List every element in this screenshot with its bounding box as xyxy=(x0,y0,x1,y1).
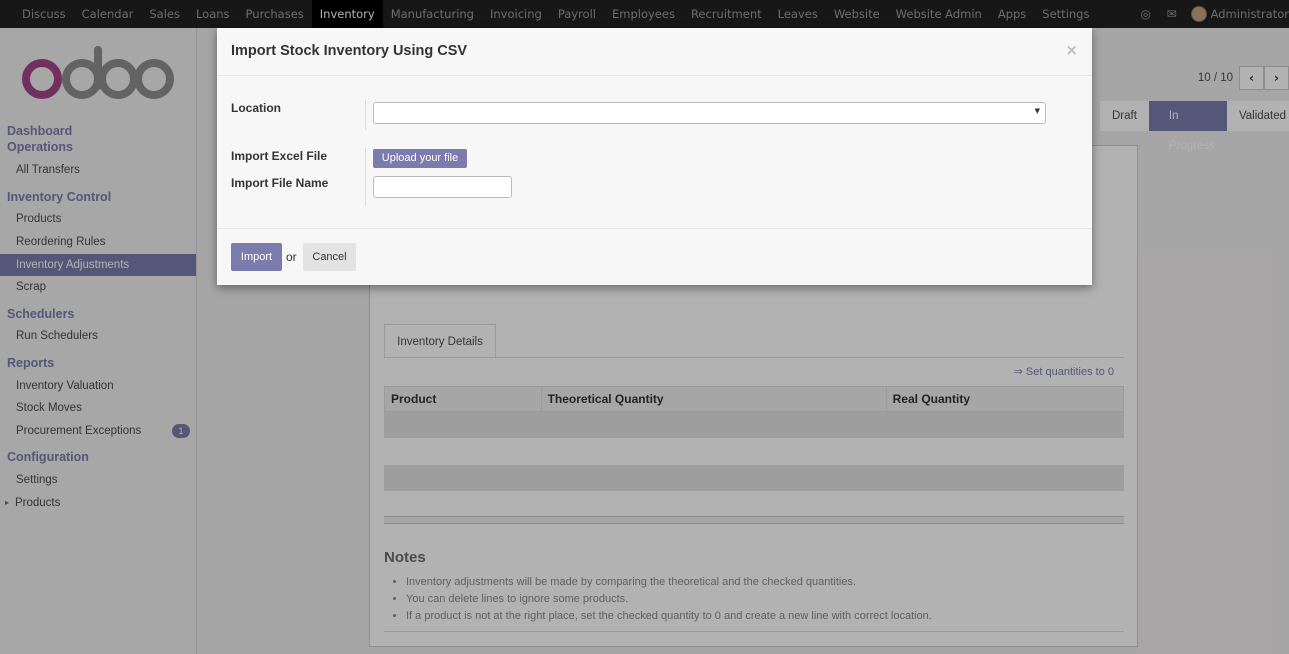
close-icon[interactable]: × xyxy=(1065,41,1078,59)
import-dialog: Import Stock Inventory Using CSV × Locat… xyxy=(217,28,1092,285)
location-select[interactable]: ▼ xyxy=(373,102,1046,124)
or-separator: or xyxy=(286,250,297,264)
import-file-name-label: Import File Name xyxy=(231,176,329,190)
import-button[interactable]: Import xyxy=(231,243,282,271)
modal-header: Import Stock Inventory Using CSV × xyxy=(217,28,1092,76)
location-label: Location xyxy=(231,101,281,115)
divider xyxy=(365,148,366,206)
cancel-button[interactable]: Cancel xyxy=(303,243,356,271)
import-excel-file-label: Import Excel File xyxy=(231,149,328,163)
modal-title: Import Stock Inventory Using CSV xyxy=(231,43,468,59)
caret-down-icon: ▼ xyxy=(1034,107,1040,115)
import-file-name-input[interactable] xyxy=(373,176,512,198)
modal-footer: Import or Cancel xyxy=(217,228,1092,285)
divider xyxy=(365,100,366,130)
upload-file-button[interactable]: Upload your file xyxy=(373,149,467,168)
